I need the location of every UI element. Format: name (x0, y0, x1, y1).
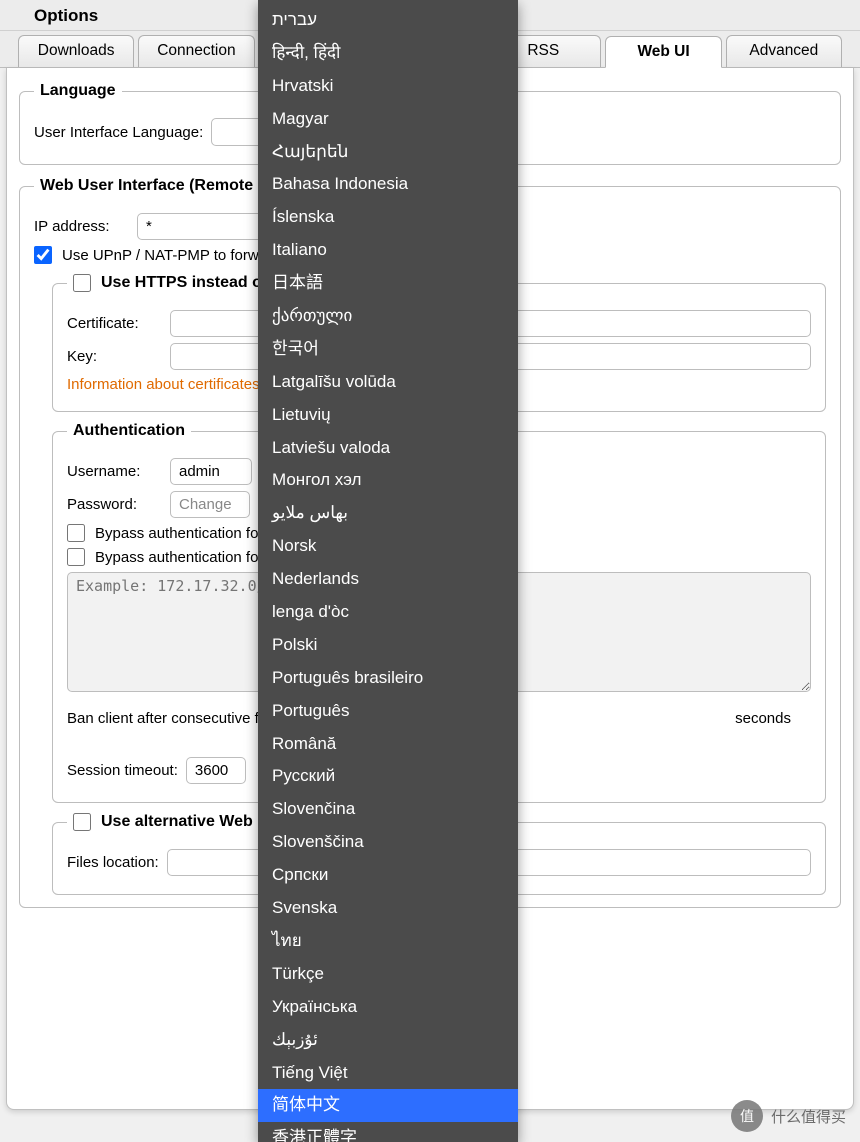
language-option[interactable]: हिन्दी, हिंदी (258, 37, 518, 70)
language-option[interactable]: Latviešu valoda (258, 432, 518, 465)
language-option[interactable]: 한국어 (258, 333, 518, 366)
tab-connection[interactable]: Connection (138, 35, 254, 67)
language-option[interactable]: Hrvatski (258, 70, 518, 103)
language-option[interactable]: ქართული (258, 300, 518, 333)
language-option[interactable]: Português brasileiro (258, 662, 518, 695)
language-option[interactable]: עברית (258, 4, 518, 37)
password-label: Password: (67, 496, 162, 513)
ip-label: IP address: (34, 218, 129, 235)
session-label: Session timeout: (67, 762, 178, 779)
language-option[interactable]: Norsk (258, 530, 518, 563)
language-option[interactable]: 香港正體字 (258, 1122, 518, 1142)
language-option[interactable]: ไทย (258, 925, 518, 958)
language-option[interactable]: Tiếng Việt (258, 1057, 518, 1090)
language-option[interactable]: Українська (258, 991, 518, 1024)
altui-checkbox[interactable] (73, 813, 91, 831)
language-option[interactable]: Հայերեն (258, 136, 518, 169)
session-input[interactable] (186, 757, 246, 784)
watermark: 值 什么值得买 (731, 1100, 846, 1132)
language-option[interactable]: بهاس ملايو (258, 497, 518, 530)
language-option[interactable]: lenga d'òc (258, 596, 518, 629)
language-option[interactable]: Italiano (258, 234, 518, 267)
altui-legend-label: Use alternative Web UI (101, 813, 273, 831)
auth-legend: Authentication (67, 422, 191, 440)
password-input[interactable] (170, 491, 250, 518)
bypass-localhost-checkbox[interactable] (67, 524, 85, 542)
language-label: User Interface Language: (34, 124, 203, 141)
cert-info-link[interactable]: Information about certificates (67, 376, 260, 393)
language-option[interactable]: Slovenčina (258, 793, 518, 826)
language-option[interactable]: Latgalīšu volūda (258, 366, 518, 399)
language-option[interactable]: ئۇزبېك (258, 1024, 518, 1057)
language-option[interactable]: Magyar (258, 103, 518, 136)
tab-downloads[interactable]: Downloads (18, 35, 134, 67)
language-option[interactable]: Русский (258, 760, 518, 793)
language-popup[interactable]: עבריתहिन्दी, हिंदीHrvatskiMagyarՀայերենB… (258, 0, 518, 1142)
files-location-label: Files location: (67, 854, 159, 871)
bypass-whitelist-checkbox[interactable] (67, 548, 85, 566)
language-option[interactable]: Türkçe (258, 958, 518, 991)
language-option[interactable]: Монгол хэл (258, 464, 518, 497)
tab-webui[interactable]: Web UI (605, 36, 721, 68)
username-input[interactable] (170, 458, 252, 485)
username-label: Username: (67, 463, 162, 480)
language-option[interactable]: Íslenska (258, 201, 518, 234)
language-legend: Language (34, 82, 122, 100)
key-label: Key: (67, 348, 162, 365)
upnp-checkbox[interactable] (34, 246, 52, 264)
language-option[interactable]: Lietuvių (258, 399, 518, 432)
language-option[interactable]: Slovenščina (258, 826, 518, 859)
language-option[interactable]: Polski (258, 629, 518, 662)
language-option[interactable]: Српски (258, 859, 518, 892)
https-checkbox[interactable] (73, 274, 91, 292)
tab-advanced[interactable]: Advanced (726, 35, 842, 67)
language-option[interactable]: Bahasa Indonesia (258, 168, 518, 201)
language-option[interactable]: 简体中文 (258, 1089, 518, 1122)
language-option[interactable]: 日本語 (258, 267, 518, 300)
language-option[interactable]: Română (258, 728, 518, 761)
watermark-text: 什么值得买 (771, 1106, 846, 1127)
language-option[interactable]: Svenska (258, 892, 518, 925)
watermark-badge-icon: 值 (731, 1100, 763, 1132)
ban-seconds-suffix: seconds (735, 710, 791, 727)
language-option[interactable]: Português (258, 695, 518, 728)
cert-label: Certificate: (67, 315, 162, 332)
language-option[interactable]: Nederlands (258, 563, 518, 596)
